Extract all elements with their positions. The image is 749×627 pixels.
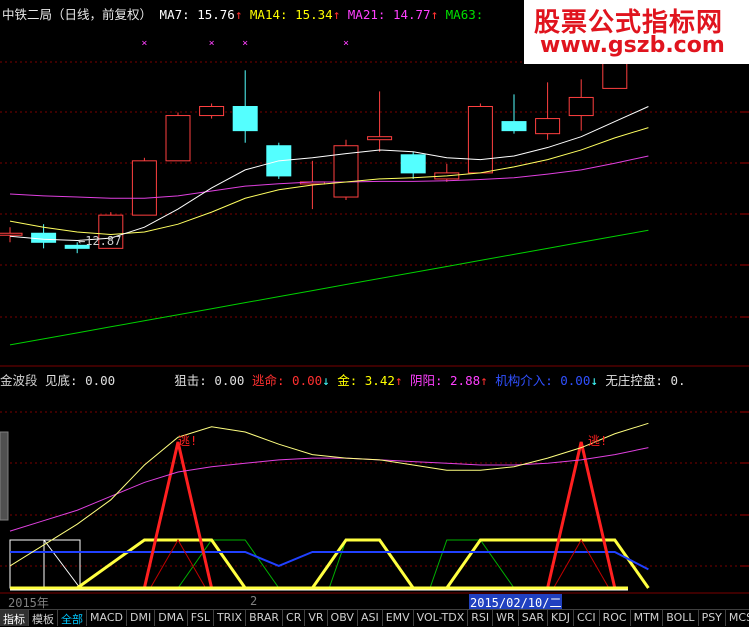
tab-dma[interactable]: DMA <box>155 610 188 626</box>
escape-spike-inner <box>553 538 610 589</box>
tab-模板[interactable]: 模板 <box>29 610 58 626</box>
tab-psy[interactable]: PSY <box>699 610 726 626</box>
main-header: 中铁二局（日线，前复权） MA7: 15.76↑ MA14: 15.34↑ MA… <box>2 4 483 23</box>
ma7-label: MA7: <box>159 7 190 22</box>
tab-sar[interactable]: SAR <box>519 610 549 626</box>
tab-emv[interactable]: EMV <box>383 610 414 626</box>
yellow-curve <box>9 422 649 567</box>
jiandi-label: 见底: <box>45 373 78 388</box>
stock-title: 中铁二局（日线，前复权） <box>2 7 153 22</box>
wuzhuang-value: 0. <box>670 373 686 388</box>
ma63-label: MA63: <box>445 7 484 22</box>
escape-spike-inner <box>149 538 207 589</box>
jugji-value: 0.00 <box>214 373 245 388</box>
candle-body <box>131 160 157 216</box>
tab-macd[interactable]: MACD <box>87 610 127 626</box>
tab-boll[interactable]: BOLL <box>663 610 699 626</box>
watermark-logo: 股票公式指标网 www.gszb.com <box>524 0 749 64</box>
candle-body <box>0 232 23 236</box>
candle-body <box>165 115 191 162</box>
yellow-trapezoid <box>76 538 247 590</box>
watermark-url: www.gszb.com <box>540 33 725 58</box>
tab-指标[interactable]: 指标 <box>0 610 29 626</box>
ma14-label: MA14: <box>249 7 288 22</box>
tab-cci[interactable]: CCI <box>574 610 600 626</box>
cross-marker: × <box>209 38 215 49</box>
tab-cr[interactable]: CR <box>283 610 306 626</box>
yellow-trapezoid <box>311 538 415 589</box>
jigou-label: 机构介入: <box>495 373 553 388</box>
ma7-value: 15.76 <box>197 7 235 22</box>
cross-marker: × <box>343 38 349 49</box>
left-box-diagonal <box>43 539 81 589</box>
candle-body <box>199 106 225 117</box>
wuzhuang-label: 无庄控盘: <box>605 373 663 388</box>
indicator-tab-bar: 指标 模板 全部 MACD DMI DMA FSL TRIX BRAR CR VR OBV ASI EMV… <box>0 609 749 626</box>
ma14-value: 15.34 <box>295 7 333 22</box>
ma21-label: MA21: <box>347 7 386 22</box>
candle-body <box>400 154 426 174</box>
ma7-arrow: ↑ <box>234 7 243 22</box>
candle-body <box>568 96 594 117</box>
taoming-label: 逃命: <box>251 373 285 388</box>
jigou-arrow: ↓ <box>590 373 598 388</box>
candle-body <box>31 232 57 243</box>
tab-trix[interactable]: TRIX <box>214 610 247 626</box>
escape-label-2: 逃! <box>588 434 608 448</box>
tab-kdj[interactable]: KDJ <box>548 610 574 626</box>
jin-label: 金: <box>337 373 358 388</box>
tab-rsi[interactable]: RSI <box>468 610 494 626</box>
magenta-curve <box>9 447 649 532</box>
tab-全部[interactable]: 全部 <box>58 610 87 626</box>
candle-body <box>367 136 393 141</box>
stock-chart-canvas[interactable]: × × × × <box>0 0 749 625</box>
yinyang-label: 阴阳: <box>409 373 443 388</box>
cross-marker: × <box>141 38 147 49</box>
jugji-label: 狙击: <box>174 373 207 388</box>
ma21-value: 14.77 <box>392 7 431 22</box>
sub-header: 金波段 见底: 0.00 狙击: 0.00 逃命: 0.00↓ 金: 3.42↑… <box>0 370 686 389</box>
jigou-value: 0.00 <box>560 373 591 388</box>
cross-marker: × <box>242 38 248 49</box>
indicator-name: 金波段 <box>0 373 38 388</box>
tab-vol-tdx[interactable]: VOL-TDX <box>414 610 469 626</box>
ma21-line <box>9 155 649 199</box>
green-trapezoid <box>429 539 515 589</box>
date-strip: 2015年 2 2015/02/10/二 <box>0 594 749 611</box>
candle-body <box>232 106 258 132</box>
jin-value: 3.42 <box>364 373 395 388</box>
tab-asi[interactable]: ASI <box>358 610 383 626</box>
tab-mcst[interactable]: MCST <box>726 610 749 626</box>
tab-dmi[interactable]: DMI <box>127 610 156 626</box>
left-box <box>9 539 45 589</box>
tab-wr[interactable]: WR <box>493 610 519 626</box>
candle-body <box>467 106 493 174</box>
low-price-marker: ←12.87 <box>78 234 122 248</box>
tab-mtm[interactable]: MTM <box>631 610 664 626</box>
tab-obv[interactable]: OBV <box>328 610 358 626</box>
month-label: 2 <box>250 594 258 608</box>
tab-fsl[interactable]: FSL <box>188 610 214 626</box>
tab-roc[interactable]: ROC <box>600 610 631 626</box>
jin-arrow: ↑ <box>394 373 403 388</box>
yellow-trapezoid <box>445 538 650 589</box>
taoming-arrow: ↓ <box>322 373 330 388</box>
tab-vr[interactable]: VR <box>305 610 328 626</box>
ma14-arrow: ↑ <box>332 7 341 22</box>
tab-brar[interactable]: BRAR <box>246 610 284 626</box>
candle-body <box>535 118 561 135</box>
ma21-arrow: ↑ <box>430 7 439 22</box>
scroll-thumb <box>0 431 9 521</box>
jiandi-value: 0.00 <box>85 373 116 388</box>
candle-body <box>501 121 527 132</box>
yinyang-value: 2.88 <box>450 373 481 388</box>
taoming-value: 0.00 <box>292 373 323 388</box>
yinyang-arrow: ↑ <box>480 373 488 388</box>
escape-label-1: 逃! <box>178 434 198 448</box>
